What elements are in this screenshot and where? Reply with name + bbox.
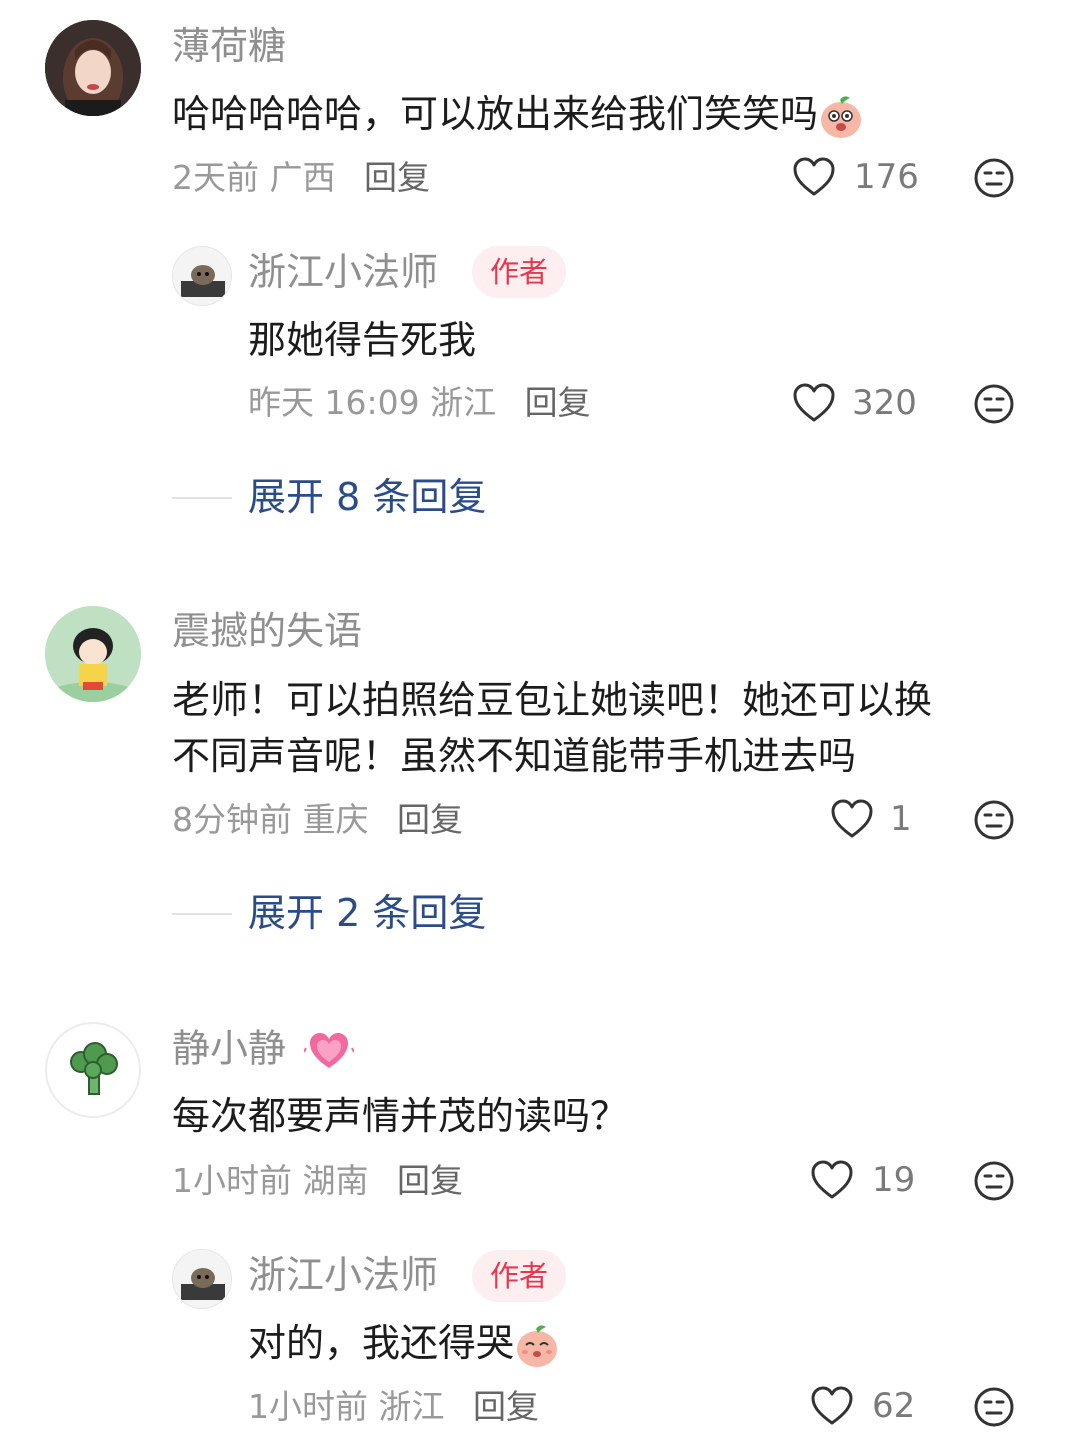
heart-outline-icon[interactable] — [792, 382, 836, 424]
avatar-photo — [173, 1250, 231, 1308]
avatar[interactable] — [45, 1022, 141, 1118]
like-count: 19 — [872, 1160, 916, 1200]
heart-outline-icon[interactable] — [810, 1159, 854, 1201]
reply-button[interactable]: 回复 — [397, 1161, 463, 1200]
heart-outline-icon[interactable] — [792, 156, 836, 198]
author-badge: 作者 — [472, 246, 567, 298]
reply-location: 浙江 — [378, 1387, 445, 1426]
avatar[interactable] — [172, 246, 232, 306]
comment-meta: 1小时前 湖南 回复 — [172, 1164, 463, 1197]
username[interactable]: 震撼的失语 — [172, 612, 362, 650]
reply-button[interactable]: 回复 — [525, 383, 591, 422]
username[interactable]: 浙江小法师 — [248, 253, 438, 291]
comment-time: 2天前 — [172, 158, 259, 197]
meh-face-icon[interactable] — [973, 1160, 1015, 1202]
avatar-photo — [45, 606, 141, 702]
sparkling-heart-emoji — [304, 1033, 355, 1068]
comment-location: 湖南 — [302, 1161, 369, 1200]
heart-outline-icon[interactable] — [830, 798, 874, 840]
meh-face-icon[interactable] — [973, 157, 1015, 199]
like-count: 62 — [872, 1386, 916, 1426]
reply-button[interactable]: 回复 — [364, 158, 430, 197]
avatar-photo — [173, 247, 231, 305]
reply-text: 那她得告死我 — [248, 318, 477, 362]
username-text: 静小静 — [172, 1026, 287, 1071]
reply-meta: 昨天 16:09 浙江 回复 — [248, 386, 591, 419]
comment-time: 1小时前 — [172, 1161, 292, 1200]
comment-text: 每次都要声情并茂的读吗？ — [172, 1094, 629, 1138]
meh-face-icon[interactable] — [973, 1386, 1015, 1428]
comment-meta: 2天前 广西 回复 — [172, 161, 430, 194]
reply-button[interactable]: 回复 — [473, 1387, 539, 1426]
reply-location: 浙江 — [430, 383, 497, 422]
like-count: 320 — [852, 383, 917, 423]
avatar-photo — [45, 20, 141, 116]
expand-replies-label[interactable]: 展开 2 条回复 — [248, 894, 486, 932]
comment-text-content: 哈哈哈哈哈，可以放出来给我们笑笑吗 — [172, 92, 819, 136]
reply-time: 1小时前 — [248, 1387, 368, 1426]
expand-replies-label[interactable]: 展开 8 条回复 — [248, 478, 486, 516]
comment-text-line: 不同声音呢！虽然不知道能带手机进去吗 — [172, 734, 857, 778]
broccoli-avatar — [70, 1042, 118, 1095]
peach-face-sticker — [821, 95, 862, 138]
reply-meta: 1小时前 浙江 回复 — [248, 1390, 539, 1423]
peach-face-sticker — [517, 1324, 558, 1367]
comment-location: 重庆 — [302, 800, 369, 839]
avatar[interactable] — [45, 20, 141, 116]
reply-time: 昨天 16:09 — [248, 383, 420, 422]
heart-outline-icon[interactable] — [810, 1385, 854, 1427]
reply-text-content: 对的，我还得哭 — [248, 1321, 515, 1365]
comment-time: 8分钟前 — [172, 800, 292, 839]
avatar[interactable] — [45, 606, 141, 702]
meh-face-icon[interactable] — [973, 383, 1015, 425]
author-badge: 作者 — [472, 1250, 567, 1302]
comment-text-line: 老师！可以拍照给豆包让她读吧！她还可以换 — [172, 678, 933, 722]
comment-meta: 8分钟前 重庆 回复 — [172, 803, 463, 836]
comment-text: 哈哈哈哈哈，可以放出来给我们笑笑吗 — [172, 86, 864, 142]
reply-text: 对的，我还得哭 — [248, 1315, 560, 1371]
meh-face-icon[interactable] — [973, 799, 1015, 841]
username[interactable]: 静小静 — [172, 1026, 355, 1074]
comment-location: 广西 — [269, 158, 336, 197]
username[interactable]: 薄荷糖 — [172, 27, 286, 65]
divider — [172, 913, 232, 915]
divider — [172, 497, 232, 499]
like-count: 1 — [890, 799, 912, 839]
reply-button[interactable]: 回复 — [397, 800, 463, 839]
username[interactable]: 浙江小法师 — [248, 1256, 438, 1294]
like-count: 176 — [854, 157, 919, 197]
avatar[interactable] — [172, 1249, 232, 1309]
